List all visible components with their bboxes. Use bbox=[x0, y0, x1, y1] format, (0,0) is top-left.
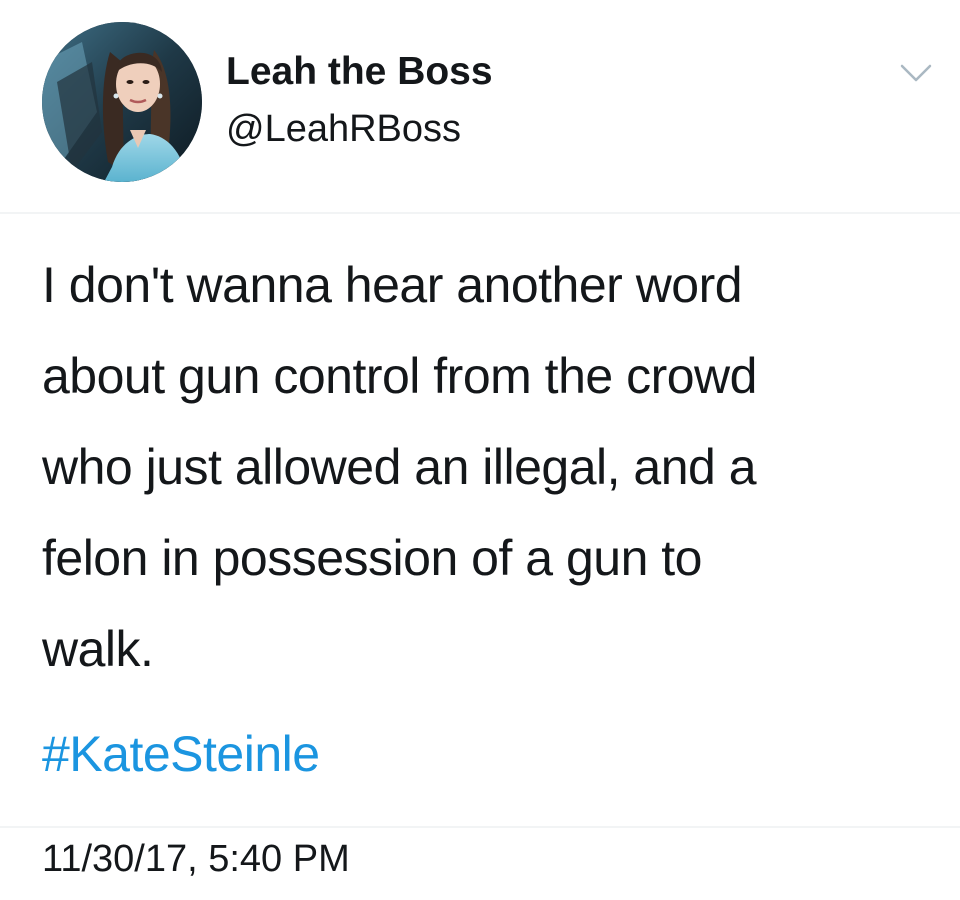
display-name[interactable]: Leah the Boss bbox=[226, 48, 493, 96]
tweet-menu-button[interactable] bbox=[896, 58, 936, 88]
user-handle[interactable]: @LeahRBoss bbox=[226, 106, 461, 152]
tweet-text: I don't wanna hear another word about gu… bbox=[42, 257, 757, 677]
footer-divider bbox=[0, 826, 960, 828]
tweet-header: Leah the Boss @LeahRBoss bbox=[0, 0, 960, 215]
profile-photo-avatar-icon bbox=[42, 22, 202, 182]
tweet-card: Leah the Boss @LeahRBoss I don't wanna h… bbox=[0, 0, 960, 900]
avatar[interactable] bbox=[42, 22, 202, 182]
header-divider bbox=[0, 212, 960, 214]
chevron-down-icon bbox=[900, 64, 932, 82]
tweet-timestamp[interactable]: 11/30/17, 5:40 PM bbox=[42, 836, 350, 882]
hashtag-link[interactable]: #KateSteinle bbox=[42, 722, 320, 786]
